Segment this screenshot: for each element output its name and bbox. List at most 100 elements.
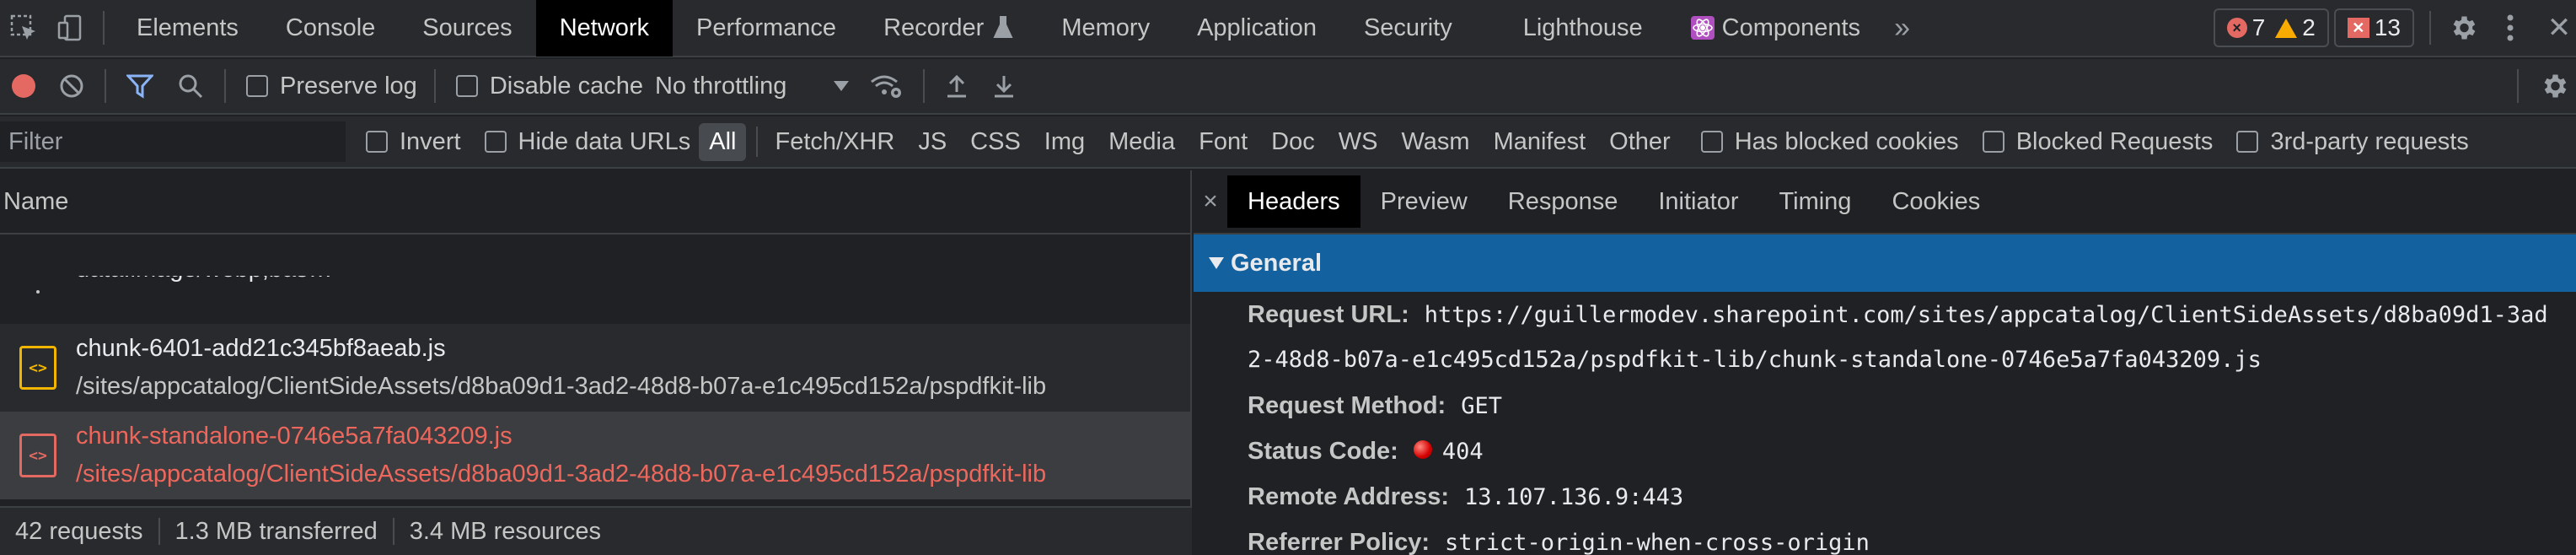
filter-input[interactable]: Filter [0, 121, 346, 162]
error-status-dot-icon [1413, 440, 1432, 459]
preserve-log-checkbox[interactable]: Preserve log [234, 73, 426, 100]
name-column-header[interactable]: Name [0, 170, 1190, 234]
tab-memory[interactable]: Memory [1038, 0, 1173, 57]
type-filter-all[interactable]: All [699, 122, 747, 161]
has-blocked-cookies-checkbox[interactable]: Has blocked cookies [1700, 127, 1959, 156]
tab-initiator[interactable]: Initiator [1638, 175, 1758, 228]
general-section-header[interactable]: General [1194, 234, 2576, 292]
script-file-error-icon: <> [19, 434, 56, 477]
search-button[interactable] [165, 58, 216, 114]
divider [923, 69, 926, 103]
type-filter-js[interactable]: JS [908, 123, 957, 161]
tab-recorder[interactable]: Recorder [860, 0, 1038, 57]
request-method-row: Request Method: GET [1248, 383, 2576, 428]
type-filter-img[interactable]: Img [1034, 123, 1095, 161]
close-details-icon[interactable]: × [1194, 187, 1227, 216]
issues-badge[interactable]: ✕ 13 [2333, 8, 2414, 47]
third-party-requests-checkbox[interactable]: 3rd-party requests [2236, 128, 2469, 156]
tab-network[interactable]: Network [535, 0, 674, 57]
search-icon [179, 74, 203, 99]
clear-button[interactable] [47, 58, 96, 114]
divider [433, 69, 436, 103]
expand-triangle-icon [1209, 257, 1224, 269]
error-count: 7 [2251, 14, 2266, 40]
network-conditions-button[interactable] [857, 58, 915, 114]
import-har-button[interactable] [933, 58, 980, 114]
status-code-label: Status Code: [1248, 438, 1398, 465]
hide-data-urls-label: Hide data URLs [518, 127, 691, 155]
upload-icon [947, 74, 967, 98]
request-path: /sites/appcatalog/ClientSideAssets/d8ba0… [76, 373, 1047, 400]
tab-console[interactable]: Console [262, 0, 399, 57]
filter-funnel-icon [126, 74, 153, 99]
invert-checkbox[interactable]: Invert [366, 128, 461, 156]
tab-components-label: Components [1721, 13, 1861, 41]
inspect-element-icon[interactable] [0, 0, 47, 57]
request-url-label: Request URL: [1248, 301, 1409, 328]
warning-icon [2275, 18, 2298, 38]
type-filter-other[interactable]: Other [1599, 123, 1681, 161]
blocked-requests-label: Blocked Requests [2015, 127, 2214, 155]
checkbox-box [366, 131, 388, 153]
network-settings-gear-icon[interactable] [2527, 58, 2576, 114]
tab-headers[interactable]: Headers [1227, 175, 1360, 228]
type-filter-doc[interactable]: Doc [1261, 123, 1325, 161]
checkbox-box [455, 75, 478, 97]
error-count-badge[interactable]: × 7 2 [2213, 8, 2329, 47]
tab-preview[interactable]: Preview [1360, 175, 1488, 228]
wifi-settings-icon [871, 75, 902, 98]
filter-toggle-button[interactable] [115, 58, 165, 114]
request-row-selected[interactable]: <> chunk-standalone-0746e5a7fa043209.js … [0, 412, 1190, 499]
tab-cookies[interactable]: Cookies [1871, 175, 2000, 228]
invert-label: Invert [400, 127, 461, 155]
tab-performance[interactable]: Performance [673, 0, 860, 57]
resources-size: 3.4 MB resources [409, 517, 601, 545]
record-button[interactable] [0, 58, 47, 114]
divider [2429, 11, 2431, 45]
tab-elements[interactable]: Elements [113, 0, 262, 57]
disable-cache-checkbox[interactable]: Disable cache [444, 73, 652, 100]
type-filter-font[interactable]: Font [1189, 123, 1258, 161]
clear-icon [60, 74, 83, 98]
request-count: 42 requests [15, 517, 143, 545]
tab-sources[interactable]: Sources [399, 0, 535, 57]
request-url-value: https://guillermodev.sharepoint.com/site… [1424, 302, 2548, 328]
has-blocked-cookies-label: Has blocked cookies [1734, 127, 1959, 155]
hide-data-urls-checkbox[interactable]: Hide data URLs [484, 127, 691, 156]
divider [756, 127, 759, 157]
settings-gear-icon[interactable] [2439, 0, 2487, 57]
type-filter-wasm[interactable]: Wasm [1391, 123, 1479, 161]
blocked-requests-checkbox[interactable]: Blocked Requests [1982, 127, 2214, 156]
type-filter-css[interactable]: CSS [960, 123, 1031, 161]
tab-timing[interactable]: Timing [1758, 175, 1871, 228]
type-filter-ws[interactable]: WS [1328, 123, 1388, 161]
tab-response[interactable]: Response [1488, 175, 1639, 228]
request-row[interactable]: <> chunk-6401-add21c345bf8aeab.js /sites… [0, 324, 1190, 412]
request-name: chunk-standalone-0746e5a7fa043209.js [76, 423, 513, 450]
throttling-select[interactable]: No throttling [652, 73, 857, 100]
tab-lighthouse[interactable]: Lighthouse [1476, 0, 1666, 57]
type-filter-manifest[interactable]: Manifest [1484, 123, 1597, 161]
request-row[interactable]: data:image/webp;bas… [0, 234, 1190, 324]
device-toolbar-icon[interactable] [47, 0, 94, 57]
remote-address-value: 13.107.136.9:443 [1464, 484, 1684, 510]
disable-cache-label: Disable cache [489, 72, 643, 100]
request-details-pane: × Headers Preview Response Initiator Tim… [1194, 170, 2576, 555]
script-file-icon: <> [19, 346, 56, 390]
referrer-policy-row: Referrer Policy: strict-origin-when-cros… [1248, 520, 2576, 555]
tab-application[interactable]: Application [1173, 0, 1340, 57]
status-code-row: Status Code: 404 [1248, 428, 2576, 474]
type-filter-fetch-xhr[interactable]: Fetch/XHR [765, 123, 904, 161]
tab-security[interactable]: Security [1340, 0, 1476, 57]
divider [105, 69, 106, 103]
request-name: data:image/webp;bas… [76, 276, 333, 283]
tab-components[interactable]: Components [1666, 0, 1884, 57]
transferred-size: 1.3 MB transferred [174, 517, 378, 545]
filter-bar: Filter Invert Hide data URLs All Fetch/X… [0, 116, 2576, 169]
close-icon[interactable]: ✕ [2542, 0, 2576, 57]
more-tabs-icon[interactable]: » [1884, 0, 1920, 57]
export-har-button[interactable] [980, 58, 1028, 114]
flask-icon [993, 16, 1013, 38]
type-filter-media[interactable]: Media [1098, 123, 1185, 161]
kebab-menu-icon[interactable] [2487, 0, 2534, 57]
